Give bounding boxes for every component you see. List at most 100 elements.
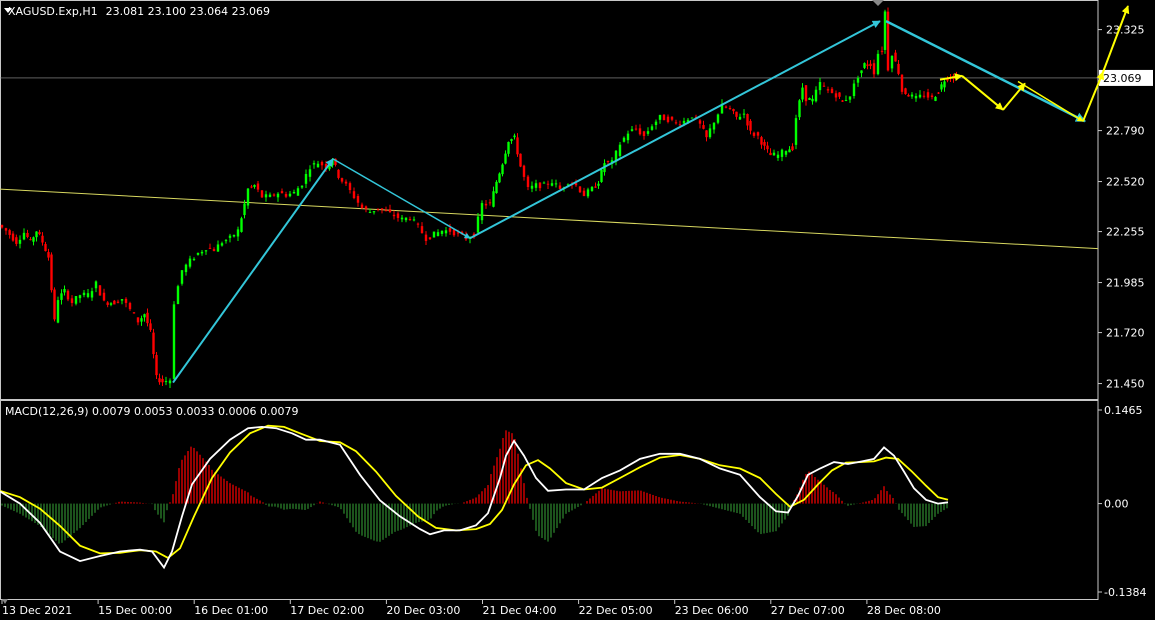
- candle-body: [763, 142, 766, 146]
- candle-body: [495, 181, 498, 194]
- candle-body: [900, 74, 904, 92]
- candle-body: [794, 118, 798, 145]
- candle-body: [388, 209, 392, 212]
- candle-body: [519, 153, 522, 167]
- candle-body: [200, 251, 204, 254]
- candle-body: [260, 190, 264, 198]
- candle-body: [801, 87, 804, 100]
- candle-body: [838, 92, 841, 97]
- candle-body: [804, 85, 808, 102]
- forecast-arrows: [172, 5, 1130, 384]
- candle-body: [826, 89, 830, 91]
- candle-body: [15, 237, 18, 244]
- candle-body: [192, 258, 196, 260]
- candle-body: [184, 264, 188, 273]
- candle-body: [634, 128, 638, 130]
- trendline: [0, 188, 1099, 250]
- candle-body: [243, 203, 246, 216]
- price-tick-label: 21.985: [1106, 277, 1145, 290]
- candle-body: [376, 208, 380, 210]
- candle-body: [420, 226, 424, 234]
- cyan-arrow-up-1: [172, 158, 334, 384]
- candle-body: [910, 94, 914, 97]
- candle-body: [814, 89, 818, 102]
- candle-body: [168, 380, 172, 384]
- candle-body: [304, 173, 308, 184]
- candle-body: [811, 98, 814, 102]
- candle-body: [476, 216, 480, 233]
- candle-body: [546, 183, 550, 185]
- candle-body: [250, 186, 253, 188]
- candle-body: [41, 235, 44, 243]
- candle-body: [74, 296, 78, 304]
- candle-body: [507, 141, 510, 154]
- candle-body: [638, 128, 642, 135]
- candle-body: [890, 55, 894, 69]
- time-axis: 13 Dec 2021 15 Dec 00:00 16 Dec 01:00 17 De…: [1, 600, 941, 617]
- candle-body: [735, 111, 738, 117]
- candle-body: [907, 94, 910, 97]
- macd-tick-label: 0.1465: [1104, 404, 1143, 417]
- candle-body: [724, 106, 728, 108]
- time-label: 27 Dec 07:00: [771, 604, 845, 617]
- macd-indicator-title: MACD(12,26,9) 0.0079 0.0053 0.0033 0.000…: [5, 405, 298, 418]
- candle-body: [788, 149, 791, 153]
- macd-tick-label: 0.00: [1104, 498, 1129, 511]
- candle-body: [152, 332, 155, 355]
- candle-body: [480, 203, 484, 221]
- candle-body: [501, 164, 504, 175]
- candle-body: [228, 235, 232, 238]
- candle-body: [268, 194, 272, 197]
- candle-body: [296, 188, 300, 196]
- candle-body: [253, 184, 256, 187]
- candle-body: [352, 191, 356, 199]
- candle-body: [196, 252, 200, 255]
- candle-body: [558, 185, 562, 189]
- candle-body: [662, 114, 666, 121]
- candle-body: [808, 98, 811, 100]
- candle-body: [128, 303, 132, 310]
- cyan-arrow-down-2: [885, 19, 1086, 123]
- candle-body: [872, 63, 876, 75]
- candle-body: [78, 295, 82, 299]
- candle-body: [256, 183, 260, 190]
- candle-body: [90, 291, 94, 298]
- candle-body: [550, 183, 554, 186]
- candle-body: [600, 169, 603, 182]
- price-tick-label: 21.450: [1106, 378, 1145, 391]
- candle-body: [626, 133, 630, 141]
- candle-body: [292, 191, 296, 194]
- candle-body: [38, 232, 41, 235]
- candle-body: [400, 217, 404, 220]
- candle-body: [542, 182, 546, 184]
- candle-body: [752, 132, 756, 136]
- price-tick-label: 22.790: [1106, 125, 1145, 138]
- chart-canvas[interactable]: XAGUSD.Exp,H1 23.081 23.100 23.064 23.069…: [0, 0, 1155, 620]
- candle-body: [176, 286, 180, 305]
- candle-body: [530, 185, 534, 189]
- candle-body: [86, 293, 90, 297]
- macd-axis: 0.1465 0.00 -0.1384: [1098, 404, 1146, 599]
- candlesticks: [0, 7, 958, 388]
- candle-body: [29, 239, 32, 241]
- candle-body: [348, 183, 352, 191]
- candle-body: [866, 64, 869, 66]
- candle-body: [522, 165, 526, 177]
- candle-body: [822, 85, 826, 87]
- yellow-arrow-6: [1102, 5, 1130, 73]
- candle-body: [32, 237, 35, 242]
- time-label: 23 Dec 06:00: [675, 604, 749, 617]
- candle-body: [791, 146, 794, 151]
- candle-body: [149, 323, 152, 330]
- candle-body: [769, 152, 772, 156]
- candle-body: [220, 243, 224, 246]
- candle-body: [436, 232, 440, 236]
- candle-body: [484, 203, 488, 206]
- candle-body: [56, 300, 60, 323]
- candle-body: [300, 185, 304, 188]
- candle-body: [732, 109, 735, 112]
- candle-body: [116, 301, 120, 303]
- candle-body: [646, 131, 650, 134]
- candle-body: [50, 254, 53, 291]
- candle-body: [670, 116, 674, 120]
